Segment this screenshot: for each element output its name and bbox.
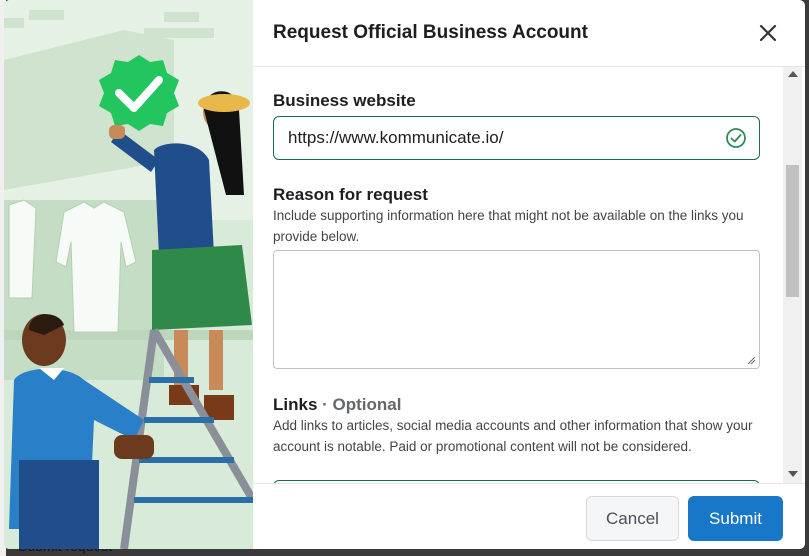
dialog-title: Request Official Business Account [273,22,588,43]
dialog-footer: Cancel Submit [253,483,805,549]
business-website-input[interactable] [288,127,708,149]
scrollbar-thumb[interactable] [786,165,799,297]
business-website-field[interactable] [273,116,760,160]
close-icon [759,24,777,42]
scroll-up-arrow-icon[interactable] [788,71,798,77]
links-label-text: Links [273,395,318,414]
illustration [4,0,253,549]
form-panel: Request Official Business Account Busine… [253,0,805,549]
close-button[interactable] [753,18,783,48]
optional-tag: · Optional [322,395,402,414]
reason-help-text: Include supporting information here that… [273,208,744,244]
check-circle-icon [726,128,746,148]
submit-button[interactable]: Submit [688,496,783,541]
business-website-label: Business website [273,91,416,110]
form-scrollbar[interactable] [783,67,802,483]
resize-grip-icon[interactable] [746,355,756,365]
links-help-text: Add links to articles, social media acco… [273,418,753,454]
form-scroll-area[interactable]: Business website Reason for request Incl… [253,67,780,483]
dialog-header: Request Official Business Account [253,0,805,67]
cancel-button[interactable]: Cancel [586,496,679,541]
links-label: Links · Optional [273,395,401,415]
scroll-down-arrow-icon[interactable] [788,471,798,477]
request-dialog: Request Official Business Account Busine… [4,0,805,549]
reason-label: Reason for request [273,185,428,204]
illustration-svg [4,0,253,549]
reason-textarea[interactable] [273,250,760,369]
